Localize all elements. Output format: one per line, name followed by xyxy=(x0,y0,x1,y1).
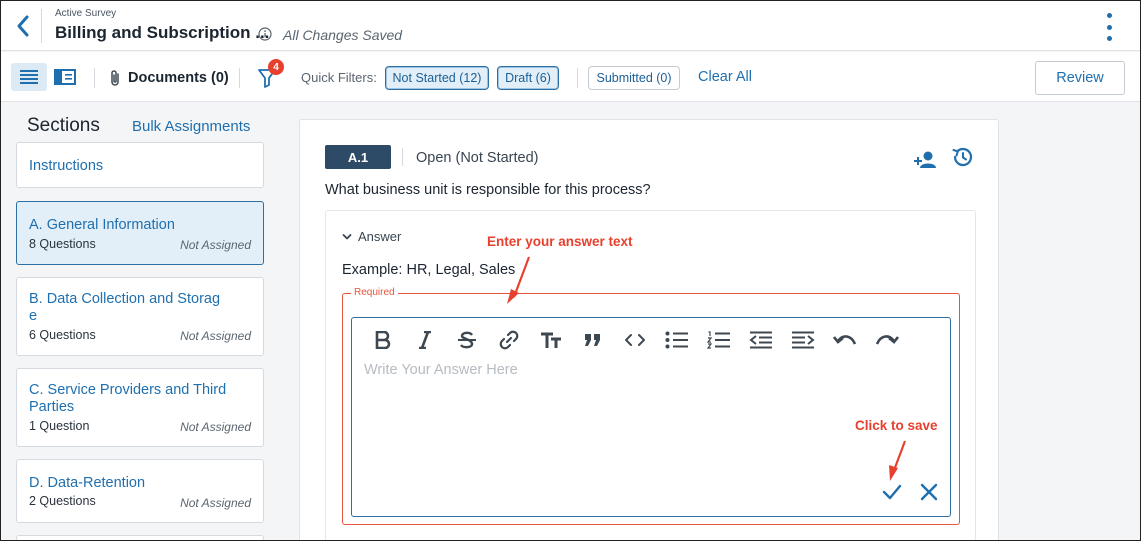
check-icon[interactable] xyxy=(880,480,904,504)
section-name: B. Data Collection and Storag e xyxy=(29,291,221,324)
list-icon xyxy=(20,70,38,84)
bulk-assignments-link[interactable]: Bulk Assignments xyxy=(132,118,250,135)
sidebar-item-label: Instructions xyxy=(29,158,104,174)
section-assignee: Not Assigned xyxy=(180,329,251,343)
review-button[interactable]: Review xyxy=(1035,61,1125,95)
toolbar-divider xyxy=(94,68,95,88)
chevron-left-icon xyxy=(17,15,29,37)
survey-title: Billing and Subscription ... xyxy=(55,23,270,42)
sections-title: Sections xyxy=(27,115,100,136)
italic-icon[interactable] xyxy=(412,327,438,353)
question-id-badge: A.1 xyxy=(325,145,391,169)
history-icon[interactable] xyxy=(950,145,974,169)
clear-all-link[interactable]: Clear All xyxy=(698,69,752,85)
section-assignee: Not Assigned xyxy=(180,420,251,434)
question-status: Open (Not Started) xyxy=(416,150,539,166)
sidebar-item-section-c[interactable]: C. Service Providers and Third Parties 1… xyxy=(16,368,264,447)
chip-submitted[interactable]: Submitted (0) xyxy=(588,66,680,90)
section-question-count: 2 Questions xyxy=(29,494,96,508)
answer-section: Answer Example: HR, Legal, Sales Require… xyxy=(325,210,976,540)
filter-count-badge: 4 xyxy=(268,59,284,75)
sidebar-item-instructions[interactable]: Instructions xyxy=(16,142,264,188)
quote-icon[interactable] xyxy=(580,327,606,353)
answer-toggle[interactable]: Answer xyxy=(342,229,401,244)
section-question-count: 8 Questions xyxy=(29,237,96,251)
rich-text-editor xyxy=(351,317,951,517)
annotation-click-save: Click to save xyxy=(855,418,938,433)
chip-not-started[interactable]: Not Started (12) xyxy=(385,66,489,90)
paperclip-icon xyxy=(111,70,119,86)
split-view-icon xyxy=(54,69,76,85)
close-icon[interactable] xyxy=(917,480,941,504)
section-question-count: 1 Question xyxy=(29,419,90,433)
numbered-list-icon[interactable] xyxy=(706,327,732,353)
answer-label: Answer xyxy=(358,229,402,244)
outdent-icon[interactable] xyxy=(748,327,774,353)
quick-filters-label: Quick Filters: xyxy=(301,70,377,85)
section-assignee: Not Assigned xyxy=(180,496,251,510)
info-icon[interactable] xyxy=(258,27,272,41)
documents-button[interactable]: Documents (0) xyxy=(109,69,229,87)
indent-icon[interactable] xyxy=(790,327,816,353)
sidebar-item-section-d[interactable]: D. Data-Retention 2 Questions Not Assign… xyxy=(16,459,264,523)
more-options-icon[interactable] xyxy=(1101,13,1117,41)
required-field: Required xyxy=(342,287,960,525)
required-label: Required xyxy=(351,287,398,298)
back-button[interactable] xyxy=(11,13,35,39)
bold-icon[interactable] xyxy=(370,327,396,353)
assign-user-icon[interactable] xyxy=(913,148,939,172)
strikethrough-icon[interactable] xyxy=(454,327,480,353)
link-icon[interactable] xyxy=(496,327,522,353)
section-assignee: Not Assigned xyxy=(180,238,251,252)
answer-example: Example: HR, Legal, Sales xyxy=(342,262,516,278)
header: Active Survey Billing and Subscription .… xyxy=(1,1,1140,51)
app-frame: Active Survey Billing and Subscription .… xyxy=(0,0,1141,541)
code-icon[interactable] xyxy=(622,327,648,353)
redo-icon[interactable] xyxy=(874,327,900,353)
toolbar-divider xyxy=(577,68,578,88)
chip-draft[interactable]: Draft (6) xyxy=(497,66,559,90)
section-question-count: 6 Questions xyxy=(29,328,96,342)
sidebar-item-section-a[interactable]: A. General Information 8 Questions Not A… xyxy=(16,201,264,265)
toolbar-divider xyxy=(239,68,240,88)
documents-label: Documents (0) xyxy=(128,70,229,86)
section-name: D. Data-Retention xyxy=(29,475,146,491)
split-view-button[interactable] xyxy=(49,63,81,91)
section-name: C. Service Providers and Third Parties xyxy=(29,382,227,415)
annotation-enter-text: Enter your answer text xyxy=(487,234,633,249)
question-panel: A.1 Open (Not Started) What business uni… xyxy=(299,119,999,540)
save-status: All Changes Saved xyxy=(283,27,403,43)
bullet-list-icon[interactable] xyxy=(664,327,690,353)
question-divider xyxy=(402,148,403,166)
toolbar: Documents (0) Quick Filters: Not Started… xyxy=(1,52,1140,102)
sidebar-item-section-e[interactable] xyxy=(16,535,264,540)
header-divider xyxy=(41,9,42,43)
chevron-down-icon xyxy=(342,233,352,239)
section-name: A. General Information xyxy=(29,217,175,233)
answer-input[interactable] xyxy=(364,362,934,462)
survey-kicker: Active Survey xyxy=(55,8,117,19)
list-view-button[interactable] xyxy=(11,63,47,91)
text-size-icon[interactable] xyxy=(538,327,564,353)
question-text: What business unit is responsible for th… xyxy=(325,182,651,198)
editor-toolbar xyxy=(370,327,916,353)
undo-icon[interactable] xyxy=(832,327,858,353)
sidebar-item-section-b[interactable]: B. Data Collection and Storag e 6 Questi… xyxy=(16,277,264,356)
